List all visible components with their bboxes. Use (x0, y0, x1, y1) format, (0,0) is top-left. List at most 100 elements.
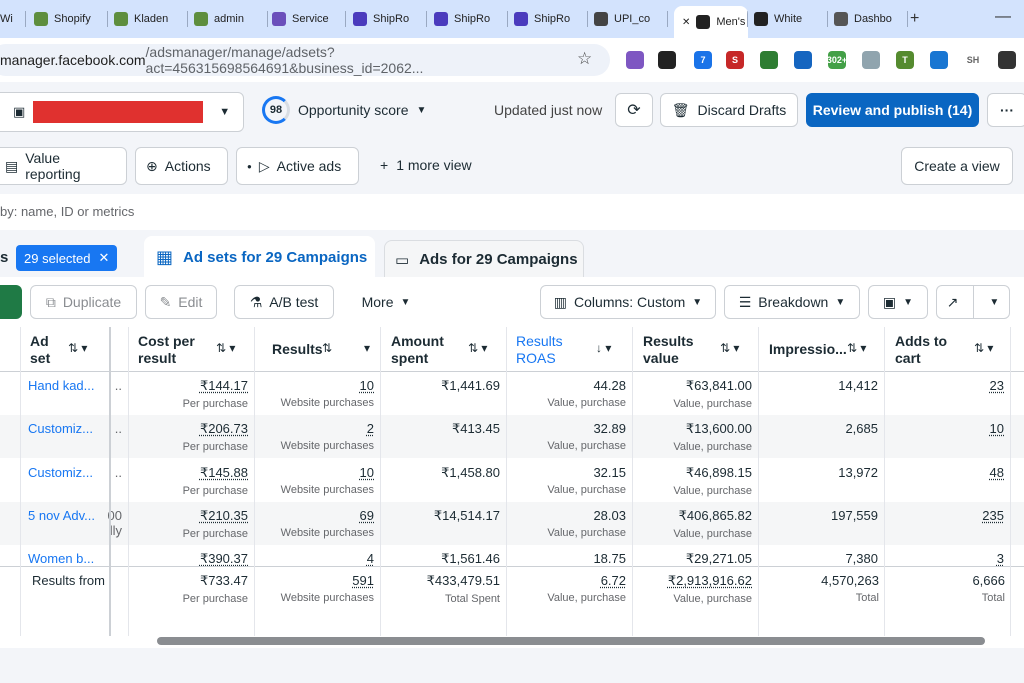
opportunity-score[interactable]: 98 Opportunity score ▼ (262, 96, 426, 124)
chevron-down-icon[interactable]: ▾ (364, 341, 370, 355)
new-tab-button[interactable]: + (910, 10, 919, 28)
campaigns-tab-fragment[interactable]: s (0, 249, 8, 266)
browser-tab[interactable]: Wi (0, 6, 26, 32)
actions-view[interactable]: ⊕ Actions (135, 147, 228, 185)
cost-value[interactable]: ₹210.35 (200, 508, 248, 523)
browser-tab[interactable]: UPI_co (594, 6, 668, 32)
breakdown-button[interactable]: ☰ Breakdown ▼ (724, 285, 860, 319)
ab-test-button[interactable]: ⚗ A/B test (234, 285, 334, 319)
extension-icon[interactable]: S (726, 51, 744, 69)
create-view-button[interactable]: Create a view (901, 147, 1013, 185)
browser-tab[interactable]: ShipRo (434, 6, 508, 32)
cost-value[interactable]: ₹390.37 (200, 551, 248, 566)
browser-tab[interactable]: White (754, 6, 828, 32)
reports-button[interactable]: ▣ ▼ (868, 285, 928, 319)
sort-icon[interactable]: ⇅ ▾ (720, 341, 739, 355)
summary-value-value[interactable]: ₹2,913,916.62 (668, 573, 752, 588)
duplicate-button[interactable]: ⧉ Duplicate (30, 285, 137, 319)
refresh-button[interactable]: ⟳ (615, 93, 653, 127)
results-value[interactable]: 10 (360, 465, 374, 480)
extension-icon[interactable] (760, 51, 778, 69)
sort-icon[interactable]: ⇅ ▾ (847, 341, 866, 355)
export-button[interactable]: ↗ ▼ (936, 285, 1010, 319)
header-ad-set[interactable]: Ad set (30, 327, 70, 371)
results-value[interactable]: 2 (367, 421, 374, 436)
minimize-window-button[interactable]: — (995, 8, 1011, 26)
browser-tab[interactable]: Kladen (114, 6, 188, 32)
table-row[interactable]: Customiz..... ₹145.88 Per purchase 10 Websit… (0, 459, 1024, 502)
cart-value[interactable]: 3 (997, 551, 1004, 566)
summary-results-value[interactable]: 591 (352, 573, 374, 588)
summary-roas-value[interactable]: 6.72 (601, 573, 626, 588)
header-amount-spent[interactable]: Amount spent (391, 327, 451, 371)
sort-icon[interactable]: ⇅ ▾ (68, 341, 87, 355)
header-results-roas[interactable]: Results ROAS (516, 327, 576, 371)
sort-icon[interactable]: ⇅ ▾ (974, 341, 993, 355)
extension-icon[interactable] (626, 51, 644, 69)
browser-tab[interactable]: admin (194, 6, 268, 32)
ad-set-name-link[interactable]: Customiz... (28, 465, 93, 480)
results-value[interactable]: 10 (360, 378, 374, 393)
sort-icon[interactable]: ⇅ ▾ (468, 341, 487, 355)
cart-value[interactable]: 48 (990, 465, 1004, 480)
browser-tab[interactable]: Service (272, 6, 346, 32)
browser-tab[interactable]: ShipRo (514, 6, 588, 32)
ad-set-name-link[interactable]: Hand kad... (28, 378, 95, 393)
cart-value[interactable]: 10 (990, 421, 1004, 436)
extension-icon[interactable]: T (896, 51, 914, 69)
cart-value[interactable]: 235 (982, 508, 1004, 523)
discard-drafts-button[interactable]: 🗑 Discard Drafts (660, 93, 798, 127)
cart-value[interactable]: 23 (990, 378, 1004, 393)
edit-button[interactable]: ✎ Edit (145, 285, 217, 319)
browser-tab[interactable]: Shopify (34, 6, 108, 32)
close-icon[interactable]: ✕ (682, 17, 690, 28)
ad-set-name-link[interactable]: Women b... (28, 551, 94, 566)
cost-value[interactable]: ₹144.17 (200, 378, 248, 393)
extension-icon[interactable]: SH (964, 51, 982, 69)
selected-pill[interactable]: 29 selected ✕ (16, 245, 118, 271)
extension-icon[interactable] (862, 51, 880, 69)
cost-value[interactable]: ₹145.88 (200, 465, 248, 480)
ad-set-name-link[interactable]: Customiz... (28, 421, 93, 436)
extension-icon[interactable] (794, 51, 812, 69)
more-menu-button[interactable]: More ▼ (346, 285, 426, 319)
active-ads-view[interactable]: ● ▷ Active ads (236, 147, 359, 185)
url-field[interactable]: manager.facebook.com/adsmanager/manage/a… (0, 44, 610, 76)
extension-icon[interactable] (658, 51, 676, 69)
cost-value[interactable]: ₹206.73 (200, 421, 248, 436)
table-row[interactable]: Women b... ₹390.37 4 ₹1,561.46 18.75 ₹29,271.… (0, 545, 1024, 566)
create-button[interactable] (0, 285, 22, 319)
extension-icon[interactable] (930, 51, 948, 69)
header-adds-to-cart[interactable]: Adds to cart (895, 327, 955, 371)
extension-icon[interactable]: 302+ (827, 51, 847, 69)
close-icon[interactable]: ✕ (99, 250, 110, 266)
extension-icon[interactable] (998, 51, 1016, 69)
sort-desc-icon[interactable]: ↓ ▾ (596, 341, 611, 355)
sort-icon[interactable]: ⇅ ▾ (216, 341, 235, 355)
table-row[interactable]: Customiz..... ₹206.73 Per purchase 2 Website… (0, 415, 1024, 458)
columns-button[interactable]: ▥ Columns: Custom ▼ (540, 285, 716, 319)
header-cost-per-result[interactable]: Cost per result (138, 327, 218, 371)
browser-tab[interactable]: Dashbo (834, 6, 908, 32)
ad-account-selector[interactable]: ▣ ▼ (0, 92, 244, 132)
ad-set-name-link[interactable]: 5 nov Adv... (28, 508, 95, 523)
tab-ad-sets[interactable]: ▦ Ad sets for 29 Campaigns (144, 236, 375, 278)
header-results-value[interactable]: Results value (643, 327, 703, 371)
tab-ads[interactable]: ▭ Ads for 29 Campaigns (384, 240, 584, 278)
review-publish-button[interactable]: Review and publish (14) (806, 93, 979, 127)
table-row[interactable]: 5 nov Adv... 00 lly ₹210.35 Per purchase 69 W… (0, 502, 1024, 545)
more-views-link[interactable]: +1 more view (380, 157, 472, 173)
browser-tab[interactable]: ✕ Men's (674, 6, 748, 38)
scrollbar-thumb[interactable] (157, 637, 985, 645)
table-row[interactable]: Hand kad..... ₹144.17 Per purchase 10 Websit… (0, 372, 1024, 415)
tab-favicon-icon (34, 12, 48, 26)
extension-icon[interactable]: 7 (694, 51, 712, 69)
sort-icon[interactable]: ⇅ (322, 341, 332, 355)
more-options-button[interactable]: ··· (987, 93, 1024, 127)
search-bar[interactable] (0, 194, 1024, 230)
results-value[interactable]: 4 (367, 551, 374, 566)
results-value[interactable]: 69 (360, 508, 374, 523)
value-reporting-view[interactable]: ▤ Value reporting (0, 147, 127, 185)
browser-tab[interactable]: ShipRo (353, 6, 427, 32)
bookmark-star-icon[interactable]: ☆ (577, 49, 592, 69)
